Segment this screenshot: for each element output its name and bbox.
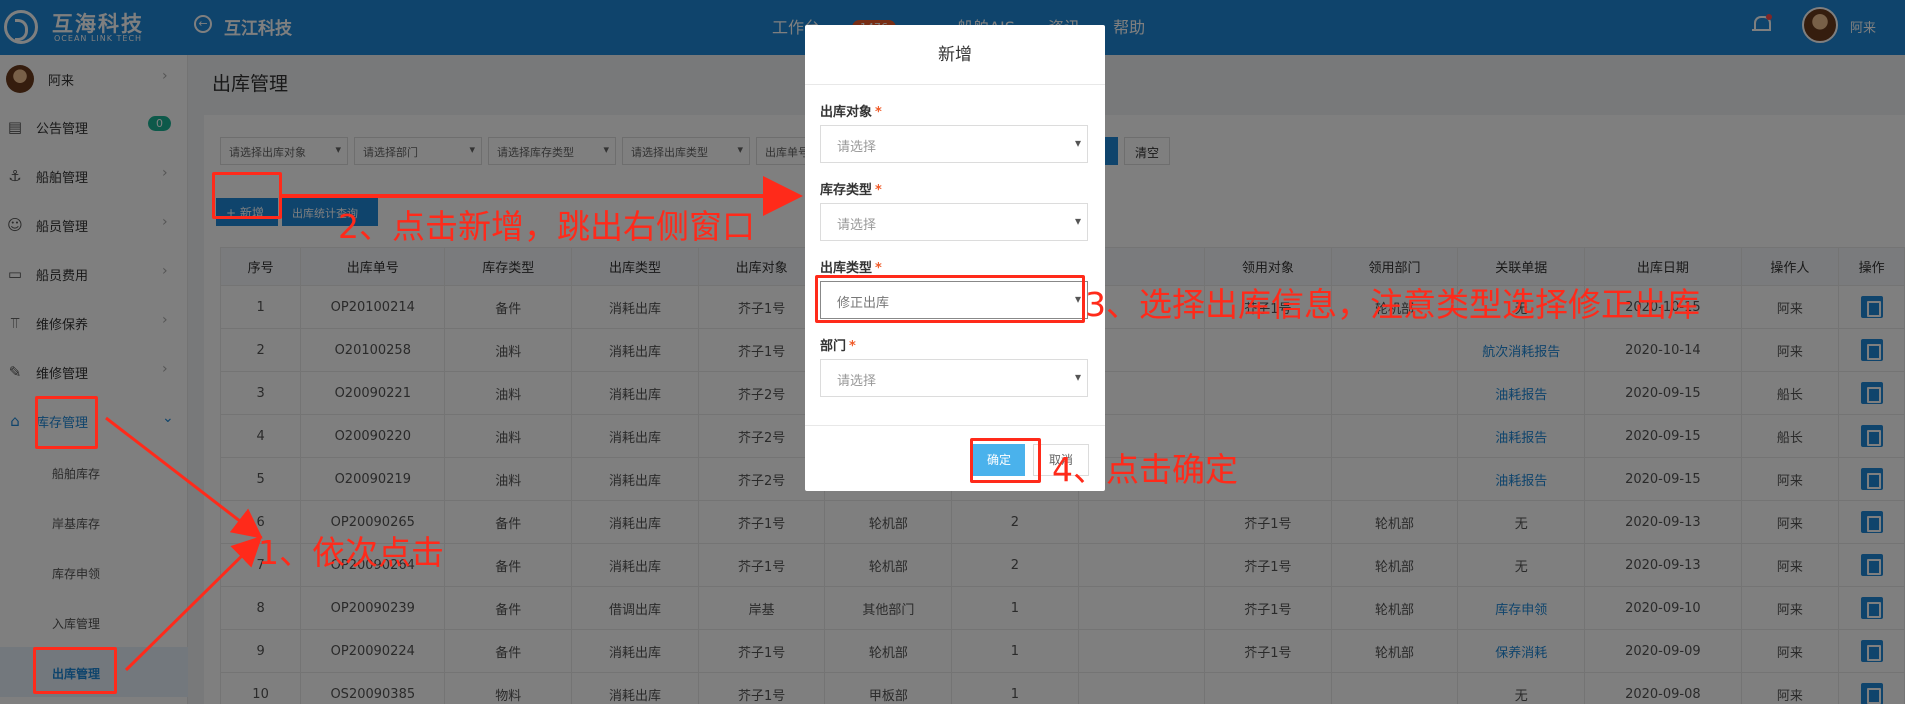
annotation-step1: 1、依次点击	[258, 533, 444, 572]
annotation-step4: 4、点击确定	[1052, 450, 1238, 489]
arrow-from-inventory	[105, 416, 263, 539]
arrow-from-outbound	[124, 535, 263, 672]
annotation-step3: 3、选择出库信息，注意类型选择修正出库	[1085, 285, 1700, 324]
annotation-arrows	[105, 176, 803, 672]
annotation-step2: 2、点击新增，跳出右侧窗口	[338, 207, 755, 246]
